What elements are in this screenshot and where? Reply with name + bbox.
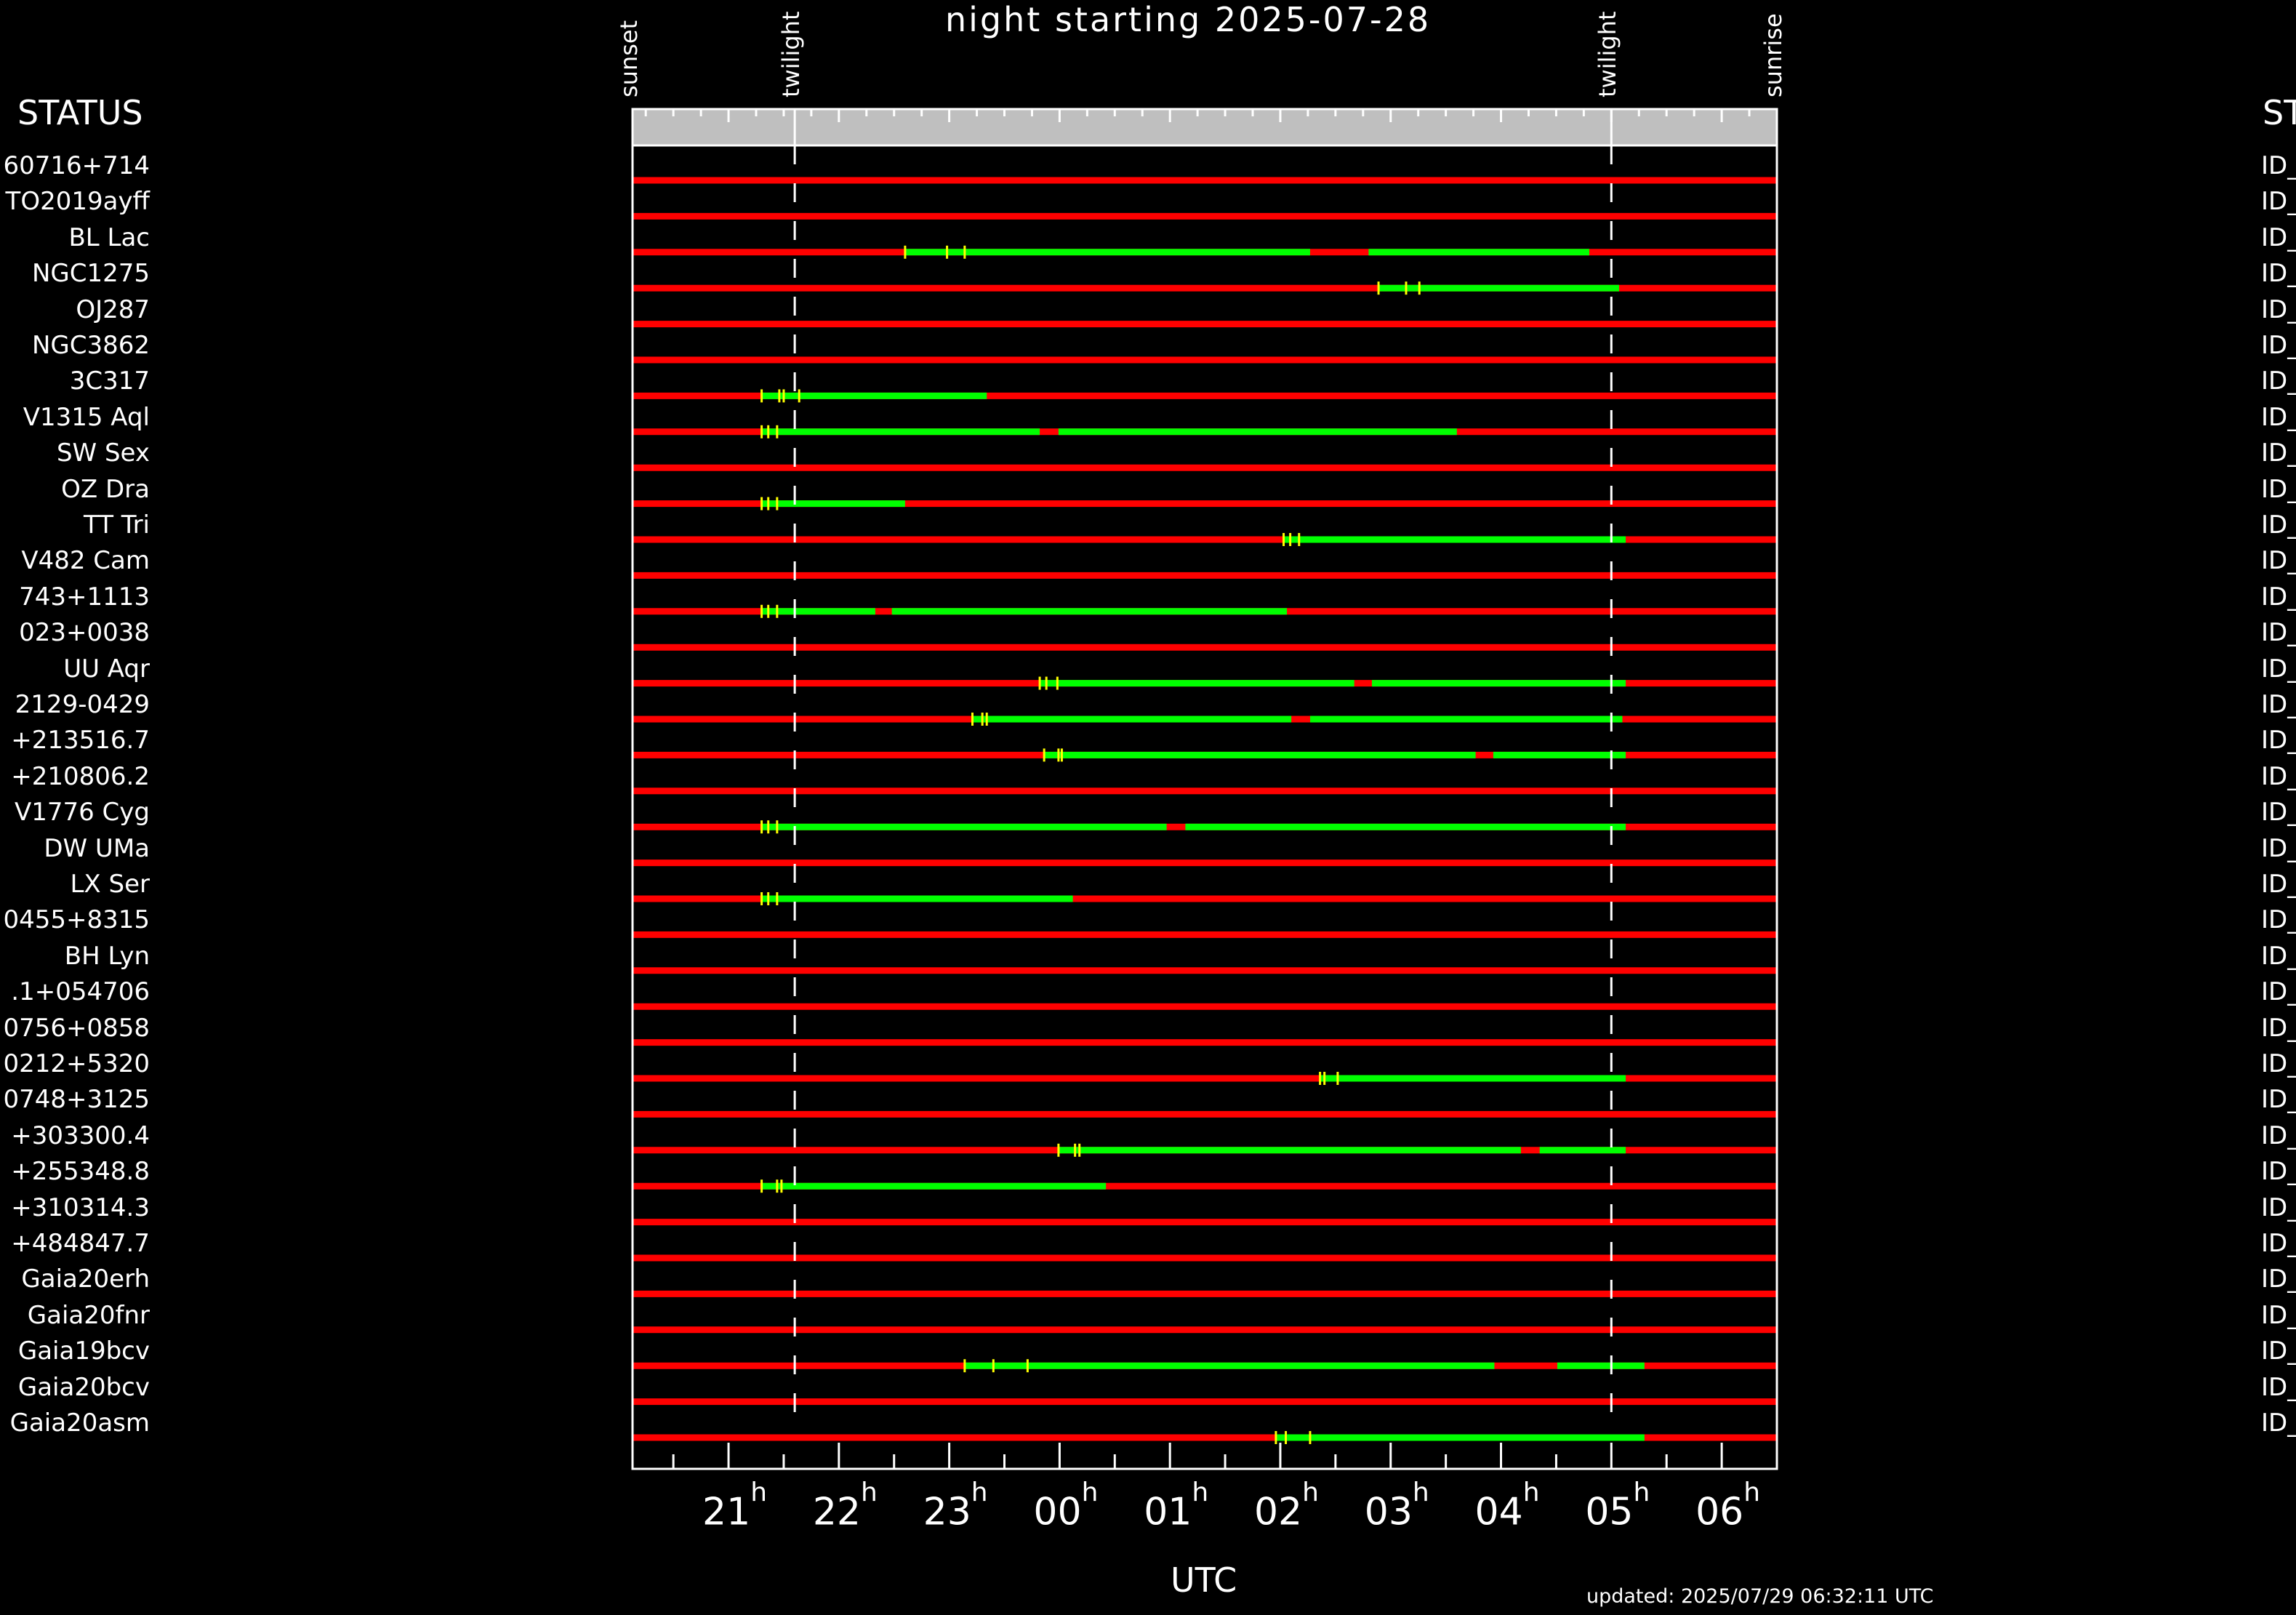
night-plot bbox=[631, 108, 1778, 1470]
time-band bbox=[633, 109, 1777, 145]
